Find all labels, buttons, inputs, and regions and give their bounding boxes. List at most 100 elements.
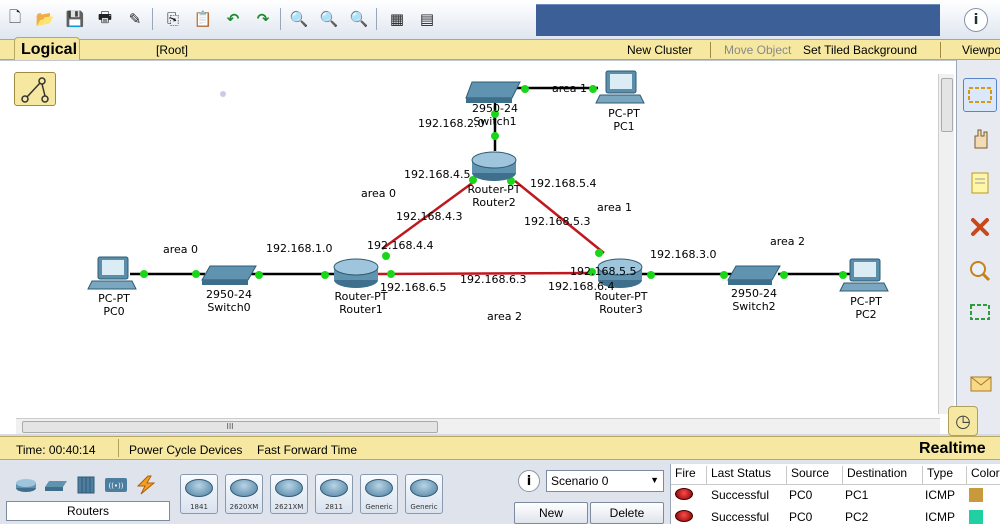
pc0-model-label: PC-PT xyxy=(98,292,130,305)
new-file-icon[interactable]: 🗋 xyxy=(4,8,26,30)
logical-workspace-tab[interactable]: Logical xyxy=(14,37,80,61)
scrollbar-thumb[interactable]: III xyxy=(22,421,438,433)
router-model-generic[interactable]: Generic xyxy=(405,474,443,514)
pdu-color-swatch xyxy=(969,510,983,524)
fire-pdu-button[interactable] xyxy=(675,488,693,500)
open-folder-icon[interactable]: 📂 xyxy=(34,8,56,30)
router-model-2811[interactable]: 2811 xyxy=(315,474,353,514)
undo-icon[interactable]: ↶ xyxy=(222,8,244,30)
hubs-category-icon[interactable] xyxy=(74,474,98,496)
scenario-info-icon[interactable]: i xyxy=(518,470,540,492)
network-label: 192.168.3.0 xyxy=(650,248,716,261)
canvas-dot xyxy=(220,91,226,97)
horizontal-scrollbar[interactable]: III xyxy=(16,418,940,434)
divider xyxy=(710,42,711,58)
scenario-select[interactable]: Scenario 0 ▼ xyxy=(546,470,664,492)
select-tool-icon[interactable] xyxy=(963,78,997,112)
pc2-model-label: PC-PT xyxy=(850,295,882,308)
ip-label: 192.168.5.4 xyxy=(530,177,596,190)
router-model-1841[interactable]: 1841 xyxy=(180,474,218,514)
column-header-color[interactable]: Color xyxy=(967,466,1000,484)
pc2-device[interactable]: PC-PT PC2 xyxy=(839,258,889,321)
delete-scenario-button[interactable]: Delete xyxy=(590,502,664,524)
set-tiled-background-button[interactable]: Set Tiled Background xyxy=(803,43,917,57)
common-tools-bar xyxy=(956,60,1000,434)
topology-diagram: 2950-24 Switch1 PC-PT PC1 Router-PT Rout… xyxy=(87,70,889,323)
fire-pdu-button[interactable] xyxy=(675,510,693,522)
move-layout-icon[interactable] xyxy=(963,122,997,156)
routers-category-icon[interactable] xyxy=(14,474,38,496)
redo-icon[interactable]: ↷ xyxy=(252,8,274,30)
zoom-in-icon[interactable]: 🔍 xyxy=(288,8,310,30)
add-simple-pdu-icon[interactable] xyxy=(963,366,997,400)
ip-label: 192.168.6.5 xyxy=(380,281,446,294)
scrollbar-thumb[interactable] xyxy=(941,78,953,132)
column-header-type[interactable]: Type xyxy=(923,466,967,484)
inspect-icon[interactable] xyxy=(963,254,997,288)
toolbar-separator xyxy=(152,8,153,30)
router-model-generic[interactable]: Generic xyxy=(360,474,398,514)
column-header-source[interactable]: Source xyxy=(787,466,843,484)
print-icon[interactable]: 🖶 xyxy=(94,8,116,30)
note-icon[interactable] xyxy=(963,166,997,200)
save-icon[interactable]: 💾 xyxy=(64,8,86,30)
pdu-type: ICMP xyxy=(925,488,955,502)
router3-name-label: Router3 xyxy=(599,303,642,316)
palette-icon[interactable]: ▦ xyxy=(386,8,408,30)
chevron-down-icon: ▼ xyxy=(650,475,659,485)
realtime-mode-icon[interactable]: ◷ xyxy=(948,406,978,436)
pdu-source: PC0 xyxy=(789,510,813,524)
switch2-name-label: Switch2 xyxy=(732,300,775,313)
new-cluster-button[interactable]: New Cluster xyxy=(627,43,692,57)
info-icon[interactable]: i xyxy=(964,8,988,32)
logical-canvas[interactable]: 2950-24 Switch1 PC-PT PC1 Router-PT Rout… xyxy=(0,60,956,434)
fast-forward-time-button[interactable]: Fast Forward Time xyxy=(257,443,357,457)
area-label: area 2 xyxy=(487,310,522,323)
pdu-source: PC0 xyxy=(789,488,813,502)
switch1-model-label: 2950-24 xyxy=(472,102,518,115)
pdu-last-status: Successful xyxy=(711,488,770,502)
column-header-destination[interactable]: Destination xyxy=(843,466,923,484)
toolbar-separator xyxy=(376,8,377,30)
workspace-bar: [Root] New Cluster Move Object Set Tiled… xyxy=(0,40,1000,60)
pdu-color-swatch xyxy=(969,488,983,502)
custom-device-icon[interactable]: ▤ xyxy=(416,8,438,30)
column-header-last-status[interactable]: Last Status xyxy=(707,466,787,484)
router-model-2620xm[interactable]: 2620XM xyxy=(225,474,263,514)
scenario-select-value: Scenario 0 xyxy=(551,474,609,488)
router-model-2621xm[interactable]: 2621XM xyxy=(270,474,308,514)
vertical-scrollbar[interactable] xyxy=(938,74,954,414)
zoom-out-icon[interactable]: 🔍 xyxy=(348,8,370,30)
switches-category-icon[interactable] xyxy=(44,474,68,496)
move-object-button[interactable]: Move Object xyxy=(724,43,791,57)
pc2-name-label: PC2 xyxy=(855,308,876,321)
column-header-fire[interactable]: Fire xyxy=(671,466,707,484)
pc1-device[interactable]: PC-PT PC1 xyxy=(595,70,645,133)
router2-model-label: Router-PT xyxy=(467,183,520,196)
paste-icon[interactable]: 📋 xyxy=(192,8,214,30)
workspace-root-breadcrumb[interactable]: [Root] xyxy=(156,43,188,57)
packet-tracer-window: 🗋 📂 💾 🖶 ✎ ⎘ 📋 ↶ ↷ 🔍 🔍 🔍 ▦ ▤ i [Root] New… xyxy=(0,0,1000,524)
delete-icon[interactable] xyxy=(963,210,997,244)
new-scenario-button[interactable]: New xyxy=(514,502,588,524)
toolbar-separator xyxy=(280,8,281,30)
area-label: area 1 xyxy=(597,201,632,214)
realtime-mode-label[interactable]: Realtime xyxy=(919,440,986,458)
activity-wizard-icon[interactable]: ✎ xyxy=(124,8,146,30)
pc1-name-label: PC1 xyxy=(613,120,634,133)
toolbar-banner xyxy=(536,4,940,36)
zoom-reset-icon[interactable]: 🔍 xyxy=(318,8,340,30)
resize-shape-icon[interactable] xyxy=(963,296,997,330)
network-label: 192.168.1.0 xyxy=(266,242,332,255)
navigation-button[interactable] xyxy=(14,72,56,106)
copy-icon[interactable]: ⎘ xyxy=(162,8,184,30)
viewport-button[interactable]: Viewport xyxy=(962,43,1000,57)
wireless-category-icon[interactable]: ((•)) xyxy=(104,474,128,496)
switch0-device[interactable]: 2950-24 Switch0 xyxy=(201,265,257,314)
power-cycle-devices-button[interactable]: Power Cycle Devices xyxy=(129,443,242,457)
pc0-device[interactable]: PC-PT PC0 xyxy=(87,256,137,318)
connections-category-icon[interactable] xyxy=(134,474,158,496)
pdu-list-table: Fire Last Status Source Destination Type… xyxy=(670,464,1000,524)
switch2-device[interactable]: 2950-24 Switch2 xyxy=(727,265,781,313)
area-label: area 1 xyxy=(552,82,587,95)
